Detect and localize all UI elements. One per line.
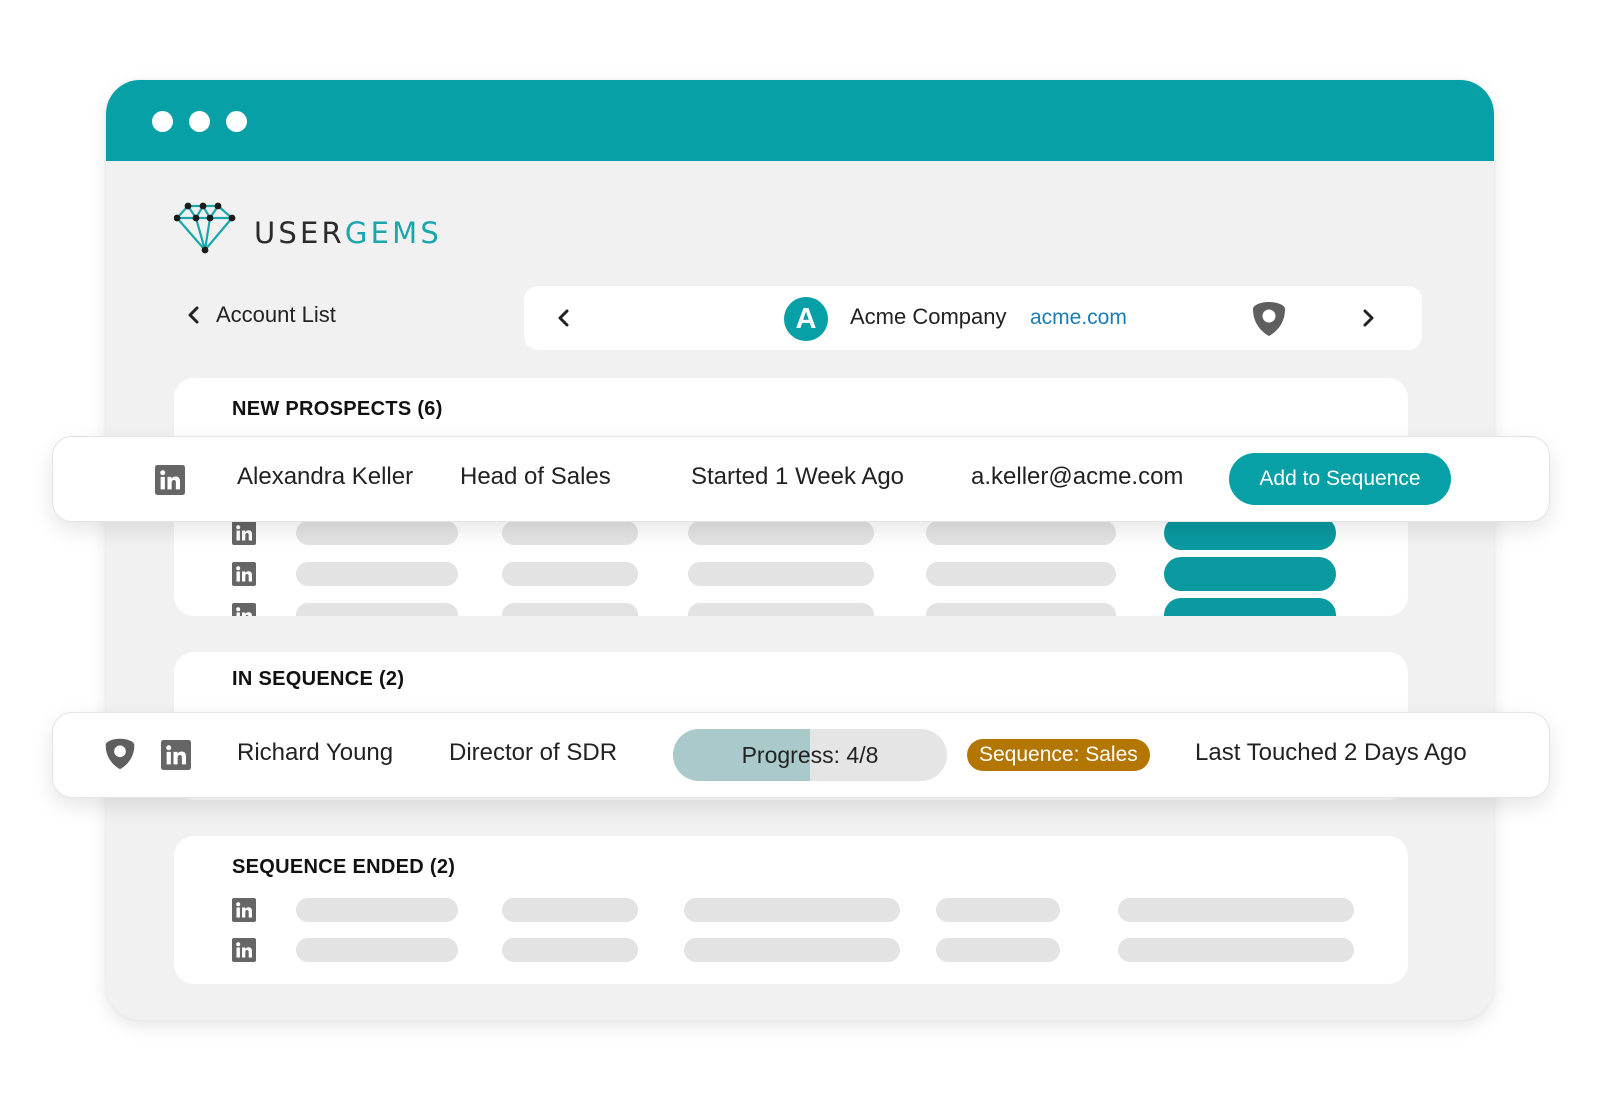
skeleton-title (502, 898, 638, 922)
window-dot-maximize[interactable] (226, 111, 247, 132)
skeleton-title (502, 603, 638, 616)
skeleton-progress (684, 938, 900, 962)
window-dot-minimize[interactable] (189, 111, 210, 132)
skeleton-sequence (936, 938, 1060, 962)
skeleton-name (296, 521, 458, 545)
usergems-logo: USERGEMS (174, 200, 494, 264)
linkedin-icon[interactable] (161, 740, 191, 770)
skeleton-action-button[interactable] (1164, 557, 1336, 591)
linkedin-icon[interactable] (232, 938, 256, 962)
skeleton-last-touched (1118, 938, 1354, 962)
new-prospects-title: NEW PROSPECTS (6) (232, 398, 443, 420)
linkedin-icon[interactable] (232, 562, 256, 586)
back-to-account-list[interactable]: Account List (186, 298, 336, 332)
window-dot-close[interactable] (152, 111, 173, 132)
skeleton-email (926, 603, 1116, 616)
skeleton-started (688, 521, 874, 545)
prospect-started: Started 1 Week Ago (691, 463, 905, 490)
shield-icon[interactable] (103, 737, 137, 771)
add-to-sequence-button[interactable]: Add to Sequence (1229, 453, 1451, 505)
skeleton-sequence (936, 898, 1060, 922)
skeleton-name (296, 938, 458, 962)
linkedin-icon[interactable] (232, 521, 256, 545)
sequence-ended-title: SEQUENCE ENDED (2) (232, 856, 456, 878)
title-bar (106, 80, 1494, 161)
prev-company-chevron-left-icon[interactable] (552, 306, 576, 330)
next-company-chevron-right-icon[interactable] (1356, 306, 1380, 330)
diamond-logo-icon (174, 202, 236, 254)
linkedin-icon[interactable] (155, 465, 185, 495)
contact-name: Richard Young (237, 739, 394, 766)
skeleton-email (926, 562, 1116, 586)
prospect-title: Head of Sales (460, 463, 611, 490)
contact-title: Director of SDR (449, 739, 618, 766)
last-touched: Last Touched 2 Days Ago (1195, 739, 1467, 766)
skeleton-progress (684, 898, 900, 922)
company-domain-link[interactable]: acme.com (1030, 306, 1127, 330)
sequence-badge[interactable]: Sequence: Sales (967, 739, 1150, 771)
skeleton-title (502, 938, 638, 962)
skeleton-action-button[interactable] (1164, 598, 1336, 616)
logo-wordmark: USERGEMS (254, 216, 442, 250)
sequence-card[interactable]: Richard Young Director of SDR Progress: … (52, 712, 1550, 798)
progress-label: Progress: 4/8 (741, 741, 879, 768)
company-avatar: A (784, 297, 828, 341)
in-sequence-title: IN SEQUENCE (2) (232, 668, 405, 690)
skeleton-last-touched (1118, 898, 1354, 922)
skeleton-name (296, 603, 458, 616)
skeleton-started (688, 562, 874, 586)
skeleton-name (296, 898, 458, 922)
skeleton-title (502, 562, 638, 586)
skeleton-started (688, 603, 874, 616)
prospect-name: Alexandra Keller (237, 463, 414, 490)
shield-icon[interactable] (1250, 300, 1288, 338)
prospect-card[interactable]: Alexandra Keller Head of Sales Started 1… (52, 436, 1550, 522)
skeleton-name (296, 562, 458, 586)
back-link-label: Account List (216, 302, 336, 327)
chevron-left-icon (188, 306, 199, 324)
linkedin-icon[interactable] (232, 898, 256, 922)
company-name: Acme Company (850, 304, 1007, 329)
sequence-progress-bar: Progress: 4/8 (673, 729, 947, 781)
skeleton-email (926, 521, 1116, 545)
linkedin-icon[interactable] (232, 603, 256, 616)
skeleton-title (502, 521, 638, 545)
app-window: USERGEMS Account List A Acme Company acm… (106, 80, 1494, 1020)
prospect-email: a.keller@acme.com (971, 463, 1184, 490)
sequence-ended-panel: SEQUENCE ENDED (2) (174, 836, 1408, 984)
company-navigator: A Acme Company acme.com (524, 286, 1422, 350)
